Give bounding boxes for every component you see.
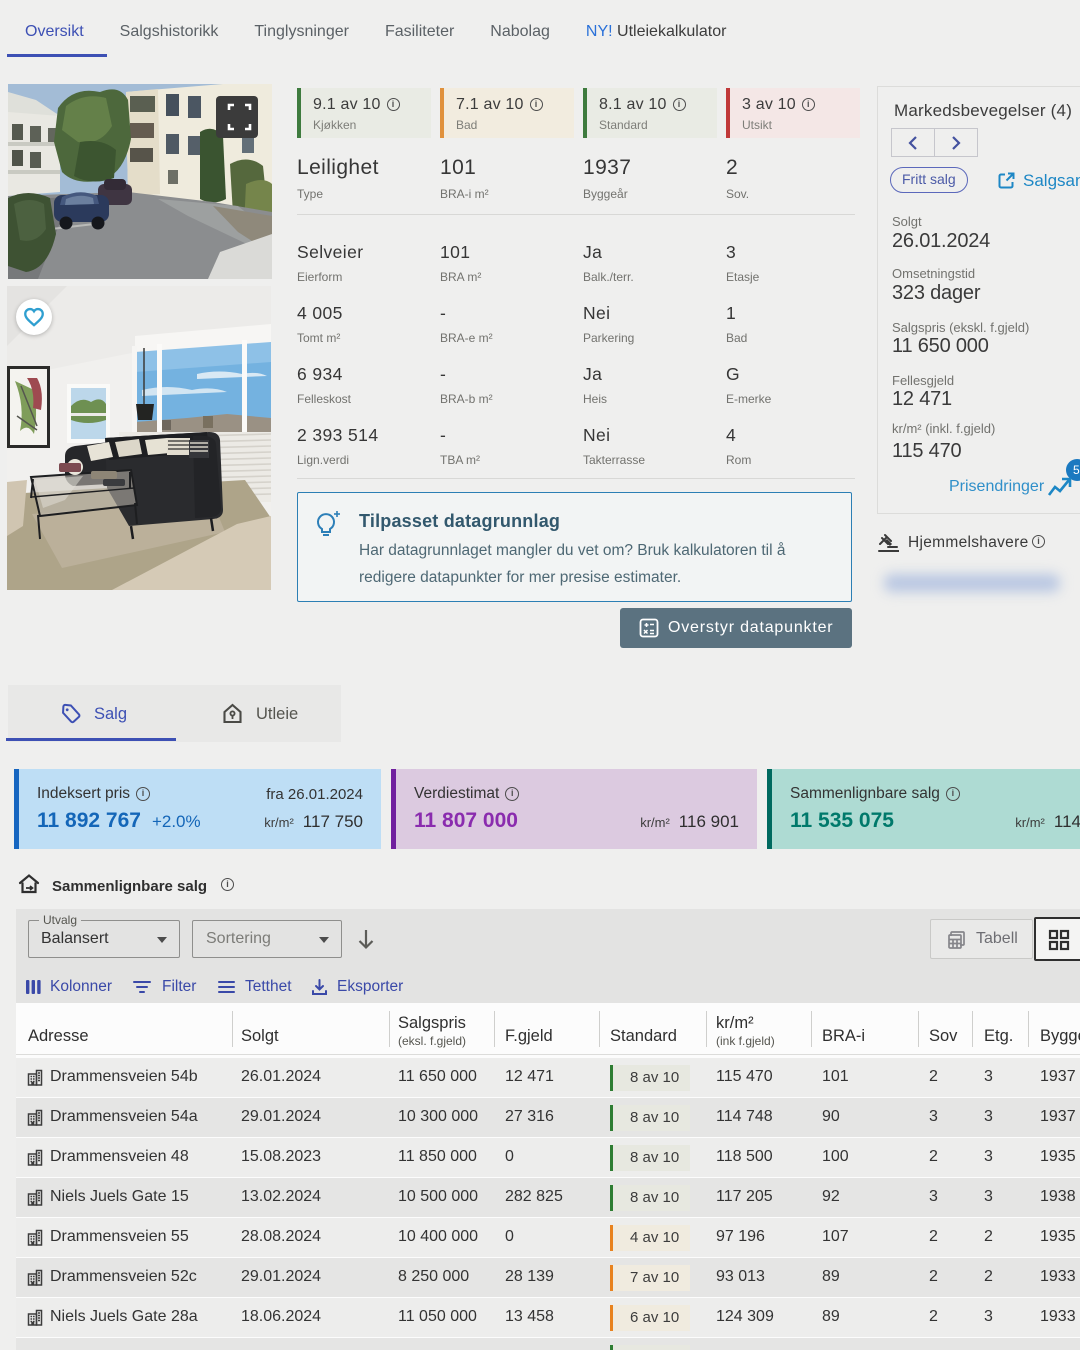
svg-text:5: 5 bbox=[1073, 463, 1080, 477]
